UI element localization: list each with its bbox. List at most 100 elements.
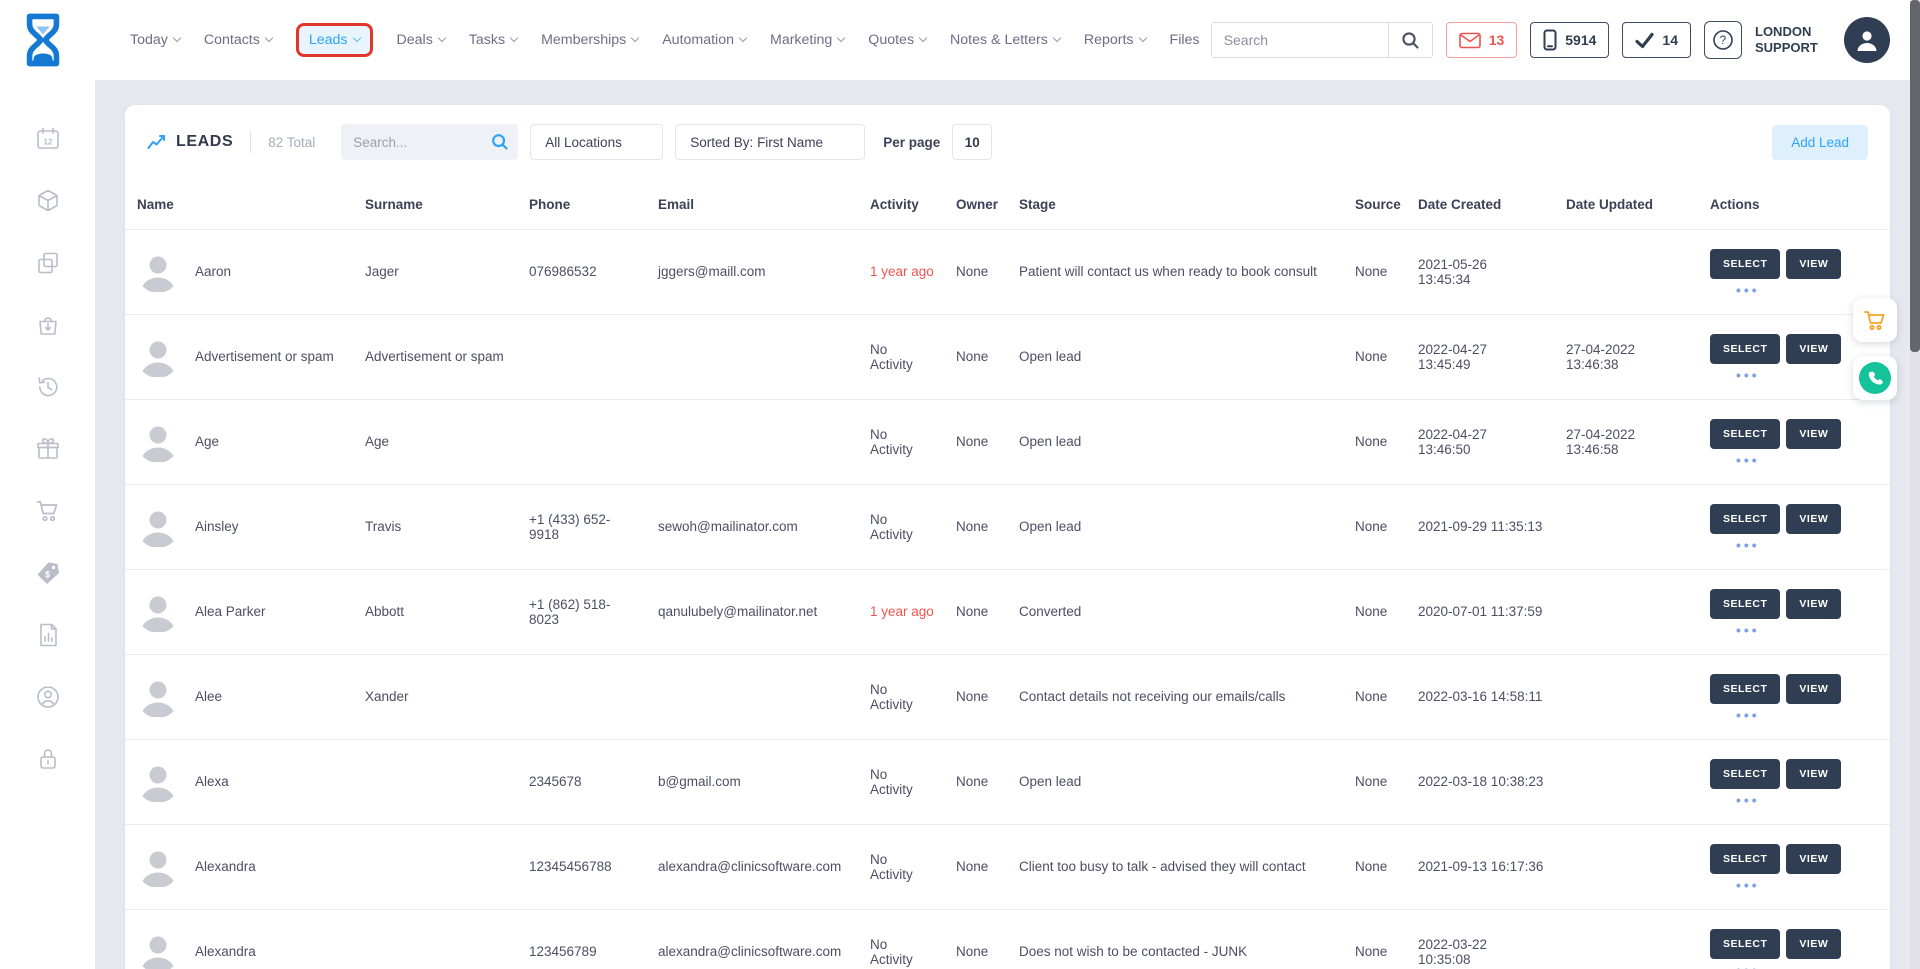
view-button[interactable]: VIEW [1786, 674, 1841, 704]
lead-activity: 1 year ago [858, 569, 944, 654]
question-mark-icon: ? [1712, 29, 1734, 51]
messages-badge[interactable]: 13 [1446, 22, 1518, 58]
account-icon[interactable] [35, 684, 61, 710]
view-button[interactable]: VIEW [1786, 589, 1841, 619]
lead-stage: Does not wish to be contacted - JUNK [1007, 909, 1343, 969]
nav-item-label: Today [130, 32, 168, 48]
lead-surname: Abbott [353, 569, 517, 654]
select-button[interactable]: SELECT [1710, 929, 1780, 959]
lead-activity: No Activity [858, 824, 944, 909]
lead-owner: None [944, 654, 1007, 739]
app-logo-icon[interactable] [18, 12, 68, 68]
select-button[interactable]: SELECT [1710, 504, 1780, 534]
nav-item-reports[interactable]: Reports [1084, 32, 1146, 48]
per-page-label: Per page [883, 135, 940, 150]
nav-item-tasks[interactable]: Tasks [469, 32, 517, 48]
nav-item-marketing[interactable]: Marketing [770, 32, 844, 48]
lead-email: jggers@maill.com [646, 229, 858, 314]
row-more-button[interactable]: ••• [1736, 286, 1760, 294]
row-more-button[interactable]: ••• [1736, 881, 1760, 889]
table-row: Alexandra 123456789 alexandra@clinicsoft… [125, 909, 1890, 969]
view-button[interactable]: VIEW [1786, 929, 1841, 959]
nav-item-contacts[interactable]: Contacts [204, 32, 272, 48]
select-button[interactable]: SELECT [1710, 419, 1780, 449]
calendar-icon[interactable]: 12 [35, 126, 61, 152]
nav-item-deals[interactable]: Deals [397, 32, 445, 48]
row-more-button[interactable]: ••• [1736, 371, 1760, 379]
nav-item-files[interactable]: Files [1170, 32, 1200, 48]
lead-stage: Open lead [1007, 739, 1343, 824]
cart-icon[interactable] [35, 498, 61, 524]
lead-owner: None [944, 399, 1007, 484]
nav-item-leads[interactable]: Leads [296, 23, 373, 57]
nav-item-notes-letters[interactable]: Notes & Letters [950, 32, 1060, 48]
lead-source: None [1343, 569, 1406, 654]
lead-surname: Advertisement or spam [353, 314, 517, 399]
tasks-count: 14 [1662, 32, 1678, 48]
report-icon[interactable] [35, 622, 61, 648]
view-button[interactable]: VIEW [1786, 759, 1841, 789]
lead-activity: No Activity [858, 399, 944, 484]
add-lead-button[interactable]: Add Lead [1772, 125, 1868, 160]
view-button[interactable]: VIEW [1786, 334, 1841, 364]
locations-filter[interactable]: All Locations [530, 124, 663, 160]
lead-phone: +1 (862) 518-8023 [517, 569, 646, 654]
lead-surname: Jager [353, 229, 517, 314]
tasks-badge[interactable]: 14 [1622, 22, 1691, 58]
sort-filter[interactable]: Sorted By: First Name [675, 124, 865, 160]
row-more-button[interactable]: ••• [1736, 711, 1760, 719]
row-more-button[interactable]: ••• [1736, 796, 1760, 804]
header-actions: 13 5914 14 ? LONDON SUPPORT [1211, 17, 1920, 63]
select-button[interactable]: SELECT [1710, 759, 1780, 789]
nav-item-automation[interactable]: Automation [662, 32, 746, 48]
view-button[interactable]: VIEW [1786, 504, 1841, 534]
mobile-phone-icon [1543, 29, 1557, 51]
view-button[interactable]: VIEW [1786, 419, 1841, 449]
price-tag-icon[interactable]: $ [35, 560, 61, 586]
nav-item-memberships[interactable]: Memberships [541, 32, 638, 48]
scrollbar-thumb[interactable] [1910, 0, 1920, 352]
nav-item-quotes[interactable]: Quotes [868, 32, 926, 48]
lead-owner: None [944, 569, 1007, 654]
bag-download-icon[interactable] [35, 312, 61, 338]
calls-badge[interactable]: 5914 [1530, 22, 1609, 58]
lock-icon[interactable] [35, 746, 61, 772]
phone-fab-button[interactable] [1853, 356, 1897, 400]
lead-created: 2022-04-27 13:45:49 [1406, 314, 1554, 399]
row-more-button[interactable]: ••• [1736, 626, 1760, 634]
view-button[interactable]: VIEW [1786, 844, 1841, 874]
column-header: Date Created [1406, 181, 1554, 229]
row-more-button[interactable]: ••• [1736, 541, 1760, 549]
gift-icon[interactable] [35, 436, 61, 462]
cart-icon [1862, 307, 1888, 333]
lead-email [646, 314, 858, 399]
nav-item-today[interactable]: Today [130, 32, 180, 48]
copy-icon[interactable] [35, 250, 61, 276]
lead-surname [353, 909, 517, 969]
global-search-button[interactable] [1388, 23, 1432, 57]
view-button[interactable]: VIEW [1786, 249, 1841, 279]
help-button[interactable]: ? [1704, 21, 1742, 59]
select-button[interactable]: SELECT [1710, 674, 1780, 704]
per-page-input[interactable] [952, 124, 992, 160]
cart-fab-button[interactable] [1853, 298, 1897, 342]
select-button[interactable]: SELECT [1710, 589, 1780, 619]
vertical-scrollbar[interactable] [1910, 0, 1920, 969]
row-more-button[interactable]: ••• [1736, 456, 1760, 464]
lead-surname: Xander [353, 654, 517, 739]
select-button[interactable]: SELECT [1710, 249, 1780, 279]
chevron-down-icon [631, 34, 639, 42]
select-button[interactable]: SELECT [1710, 844, 1780, 874]
select-button[interactable]: SELECT [1710, 334, 1780, 364]
cube-icon[interactable] [35, 188, 61, 214]
lead-updated [1554, 824, 1698, 909]
lead-source: None [1343, 314, 1406, 399]
leads-search-input[interactable] [353, 135, 488, 150]
sort-filter-value: Sorted By: First Name [690, 135, 823, 150]
global-search-input[interactable] [1212, 32, 1388, 48]
user-avatar[interactable] [1844, 17, 1890, 63]
history-icon[interactable] [35, 374, 61, 400]
chevron-down-icon [265, 34, 273, 42]
search-icon[interactable] [491, 133, 509, 156]
person-icon [1854, 27, 1880, 53]
